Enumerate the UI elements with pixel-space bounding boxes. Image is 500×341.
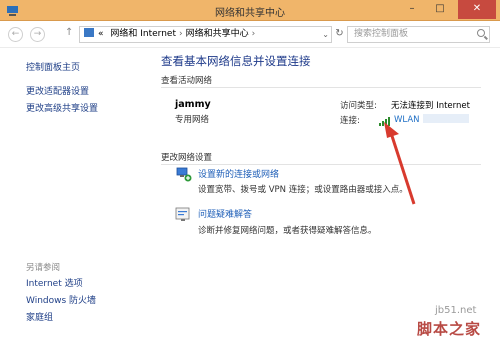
see-also-heading: 另请参阅 xyxy=(26,263,61,273)
new-connection-icon xyxy=(176,167,192,182)
back-button[interactable]: ← xyxy=(8,27,23,42)
title-bar: 网络和共享中心 – □ ✕ xyxy=(0,0,500,21)
search-icon[interactable] xyxy=(477,29,485,37)
change-settings-heading: 更改网络设置 xyxy=(161,153,213,163)
sidebar-item-advanced-sharing[interactable]: 更改高级共享设置 xyxy=(26,101,98,114)
address-dropdown-icon[interactable]: ⌄ xyxy=(322,27,329,42)
access-type-label: 访问类型: xyxy=(340,101,377,111)
network-name: jammy xyxy=(175,99,211,110)
access-type-value: 无法连接到 Internet xyxy=(391,101,470,111)
active-networks-heading: 查看活动网络 xyxy=(161,76,213,86)
page-title: 查看基本网络信息并设置连接 xyxy=(161,54,311,68)
see-also-homegroup[interactable]: 家庭组 xyxy=(26,310,53,323)
watermark-brand: 脚本之家 xyxy=(417,320,482,338)
breadcrumb-network-center[interactable]: 网络和共享中心 xyxy=(186,29,249,39)
network-type: 专用网络 xyxy=(175,115,210,125)
section-divider xyxy=(161,164,481,165)
troubleshoot-link[interactable]: 问题疑难解答 xyxy=(198,207,252,220)
section-divider xyxy=(161,87,481,88)
control-panel-icon xyxy=(84,28,94,37)
close-button[interactable]: ✕ xyxy=(458,0,496,19)
see-also-firewall[interactable]: Windows 防火墙 xyxy=(26,293,96,306)
navigation-bar: ← → ↑ « 网络和 Internet › 网络和共享中心 › ⌄ ↻ 搜索控制面板 xyxy=(0,21,500,48)
troubleshoot-icon xyxy=(175,207,190,221)
setup-new-connection-link[interactable]: 设置新的连接或网络 xyxy=(198,167,279,180)
annotation-arrow xyxy=(384,122,416,205)
connections-label: 连接: xyxy=(340,116,360,126)
forward-button[interactable]: → xyxy=(30,27,45,42)
see-also-internet-options[interactable]: Internet 选项 xyxy=(26,276,83,289)
troubleshoot-desc: 诊断并修复网络问题，或者获得疑难解答信息。 xyxy=(198,226,377,236)
up-button[interactable]: ↑ xyxy=(65,27,73,38)
window-title: 网络和共享中心 xyxy=(215,8,285,19)
breadcrumb-separator-icon: › xyxy=(251,29,256,39)
minimize-button[interactable]: – xyxy=(400,0,424,19)
search-input[interactable]: 搜索控制面板 xyxy=(347,26,490,43)
breadcrumb-network-internet[interactable]: 网络和 Internet xyxy=(110,29,176,39)
maximize-button[interactable]: □ xyxy=(428,0,452,19)
breadcrumb-separator-icon: › xyxy=(179,29,183,39)
search-placeholder: 搜索控制面板 xyxy=(354,29,409,39)
address-chevrons-icon[interactable]: « xyxy=(98,29,104,39)
sidebar-item-change-adapter[interactable]: 更改适配器设置 xyxy=(26,84,89,97)
address-bar[interactable]: « 网络和 Internet › 网络和共享中心 › ⌄ xyxy=(79,26,332,43)
sidebar-item-control-panel-home[interactable]: 控制面板主页 xyxy=(26,60,80,73)
refresh-button[interactable]: ↻ xyxy=(334,26,345,43)
watermark-url: jb51.net xyxy=(435,305,477,316)
